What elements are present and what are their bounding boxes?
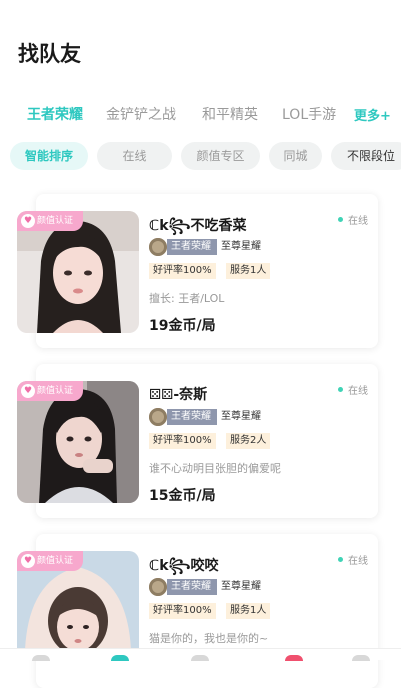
tab-jinchanchan[interactable]: 金铲铲之战 — [106, 104, 176, 124]
rank-medal-icon — [149, 238, 167, 256]
online-status: 在线 — [338, 382, 368, 397]
heart-icon: ♥ — [21, 554, 35, 568]
player-description: 擅长: 王者/LOL — [149, 292, 225, 305]
tab-lol[interactable]: LOL手游 — [282, 104, 336, 124]
player-price: 19金币/局 — [149, 318, 216, 334]
online-dot-icon — [338, 387, 343, 392]
rating-tag: 好评率100% — [149, 263, 216, 279]
online-status: 在线 — [338, 552, 368, 567]
served-tag: 服务1人 — [226, 263, 271, 279]
rank-medal-icon — [149, 578, 167, 596]
discover-icon[interactable] — [191, 655, 209, 661]
served-tag: 服务1人 — [226, 603, 271, 619]
game-label: 王者荣耀 — [167, 239, 217, 255]
looks-verified-badge: ♥ 颜值认证 — [17, 211, 83, 231]
filter-same-city[interactable]: 同城 — [269, 142, 322, 170]
home-icon[interactable] — [32, 655, 50, 661]
player-price: 15金币/局 — [149, 488, 216, 504]
profile-icon[interactable] — [352, 655, 370, 661]
team-icon[interactable] — [111, 655, 129, 661]
looks-verified-badge: ♥ 颜值认证 — [17, 381, 83, 401]
served-tag: 服务2人 — [226, 433, 271, 449]
filter-online[interactable]: 在线 — [97, 142, 172, 170]
filter-bar: 智能排序 在线 颜值专区 同城 不限段位 — [10, 142, 401, 170]
message-icon[interactable] — [285, 655, 303, 661]
player-name: ⚄⚄-奈斯 — [149, 387, 208, 403]
rank-row: 王者荣耀 至尊星耀 — [149, 578, 261, 596]
game-label: 王者荣耀 — [167, 579, 217, 595]
more-games-button[interactable]: 更多+ — [354, 105, 391, 124]
tier-label: 至尊星耀 — [221, 411, 261, 422]
filter-looks[interactable]: 颜值专区 — [181, 142, 260, 170]
online-dot-icon — [338, 557, 343, 562]
tier-label: 至尊星耀 — [221, 241, 261, 252]
heart-icon: ♥ — [21, 214, 35, 228]
tab-wangzhe[interactable]: 王者荣耀 — [27, 104, 83, 124]
filter-smart-sort[interactable]: 智能排序 — [10, 142, 88, 170]
looks-verified-badge: ♥ 颜值认证 — [17, 551, 83, 571]
heart-icon: ♥ — [21, 384, 35, 398]
page-title: 找队友 — [18, 42, 81, 66]
tab-heping[interactable]: 和平精英 — [202, 104, 258, 124]
filter-rank[interactable]: 不限段位 — [331, 142, 401, 170]
online-dot-icon — [338, 217, 343, 222]
player-description: 谁不心动明目张胆的偏爱呢 — [149, 462, 281, 475]
player-description: 猫是你的，我也是你的~ — [149, 632, 269, 645]
rating-tag: 好评率100% — [149, 433, 216, 449]
bottom-nav — [0, 648, 401, 661]
tier-label: 至尊星耀 — [221, 581, 261, 592]
game-tabs: 王者荣耀 金铲铲之战 和平精英 LOL手游 更多+ — [27, 104, 401, 128]
rank-medal-icon — [149, 408, 167, 426]
rank-row: 王者荣耀 至尊星耀 — [149, 408, 261, 426]
online-status: 在线 — [338, 212, 368, 227]
rating-tag: 好评率100% — [149, 603, 216, 619]
rank-row: 王者荣耀 至尊星耀 — [149, 238, 261, 256]
game-label: 王者荣耀 — [167, 409, 217, 425]
